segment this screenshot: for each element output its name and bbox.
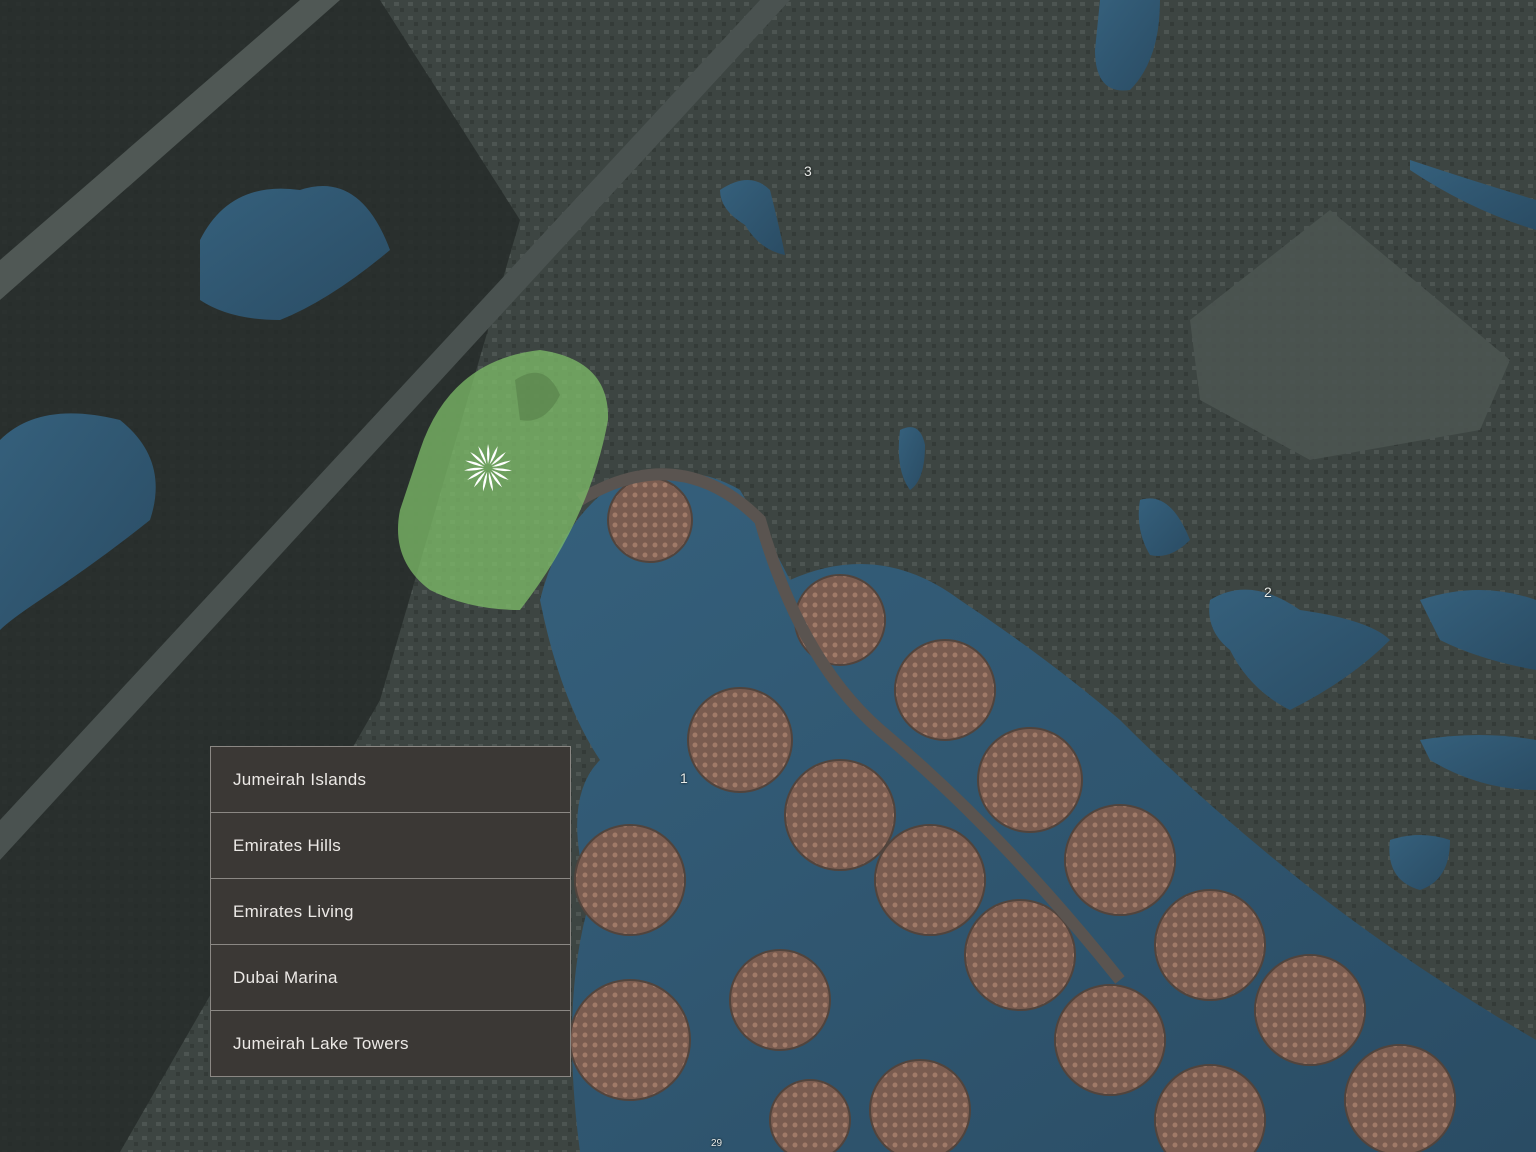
location-item-emirates-living[interactable]: Emirates Living	[211, 879, 570, 945]
location-item-jumeirah-lake-towers[interactable]: Jumeirah Lake Towers	[211, 1011, 570, 1077]
starburst-flower-icon[interactable]	[463, 443, 513, 493]
location-item-emirates-hills[interactable]: Emirates Hills	[211, 813, 570, 879]
map-marker-2[interactable]: 2	[1264, 584, 1272, 600]
map-marker-1[interactable]: 1	[680, 770, 688, 786]
location-item-dubai-marina[interactable]: Dubai Marina	[211, 945, 570, 1011]
location-item-jumeirah-islands[interactable]: Jumeirah Islands	[211, 747, 570, 813]
location-list: Jumeirah Islands Emirates Hills Emirates…	[210, 746, 571, 1077]
map-marker-3[interactable]: 3	[804, 163, 812, 179]
map-marker-29[interactable]: 29	[711, 1138, 722, 1149]
satellite-map[interactable]: 1 2 3 29 Jumeirah Islands Emirates Hills…	[0, 0, 1536, 1152]
